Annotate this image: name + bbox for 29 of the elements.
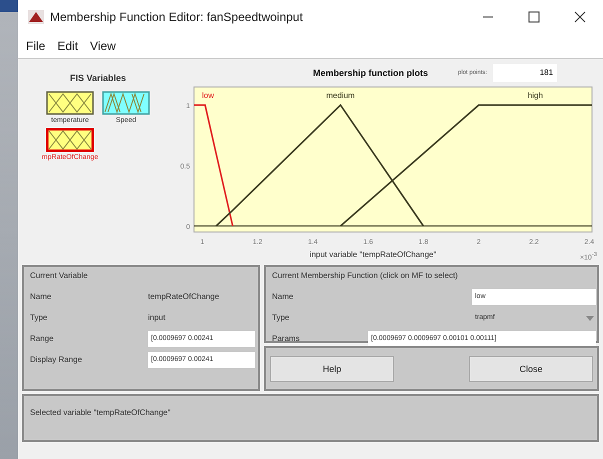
curve-label: low — [202, 91, 214, 100]
plot-title: Membership function plots — [313, 68, 428, 78]
field-label: Type — [30, 313, 48, 322]
dialog-button[interactable]: Help — [270, 356, 394, 382]
app-icon — [28, 10, 44, 24]
menu-item[interactable]: File — [26, 39, 46, 53]
field-label: Type — [272, 313, 290, 322]
status-text: Selected variable "tempRateOfChange" — [30, 408, 170, 417]
field-value: input — [148, 313, 166, 322]
output-variable-icon[interactable] — [102, 91, 150, 115]
panel-title: FIS Variables — [70, 73, 126, 83]
window-title: Membership Function Editor: fanSpeedtwoinput — [50, 10, 304, 24]
field-label: Name — [272, 292, 294, 301]
panel-title: Current Membership Function (click on MF to select) — [272, 271, 459, 280]
menu-item[interactable]: Edit — [57, 39, 78, 53]
field-label: Name — [30, 292, 52, 301]
field-value: tempRateOfChange — [148, 292, 220, 301]
field-label: Display Range — [30, 355, 84, 364]
field-label: Params — [272, 334, 301, 343]
menu-item[interactable]: View — [90, 39, 116, 53]
panel-title: Current Variable — [30, 271, 89, 280]
input-variable-icon[interactable] — [46, 128, 94, 152]
axis-label: input variable "tempRateOfChange" — [310, 250, 436, 259]
curve-label: medium — [326, 91, 355, 100]
field-label: Range — [30, 334, 55, 343]
dialog-button[interactable]: Close — [469, 356, 593, 382]
plot-points-field[interactable]: 181 — [493, 64, 558, 82]
curve-label: high — [528, 91, 543, 100]
input-variable-icon[interactable] — [46, 91, 94, 115]
